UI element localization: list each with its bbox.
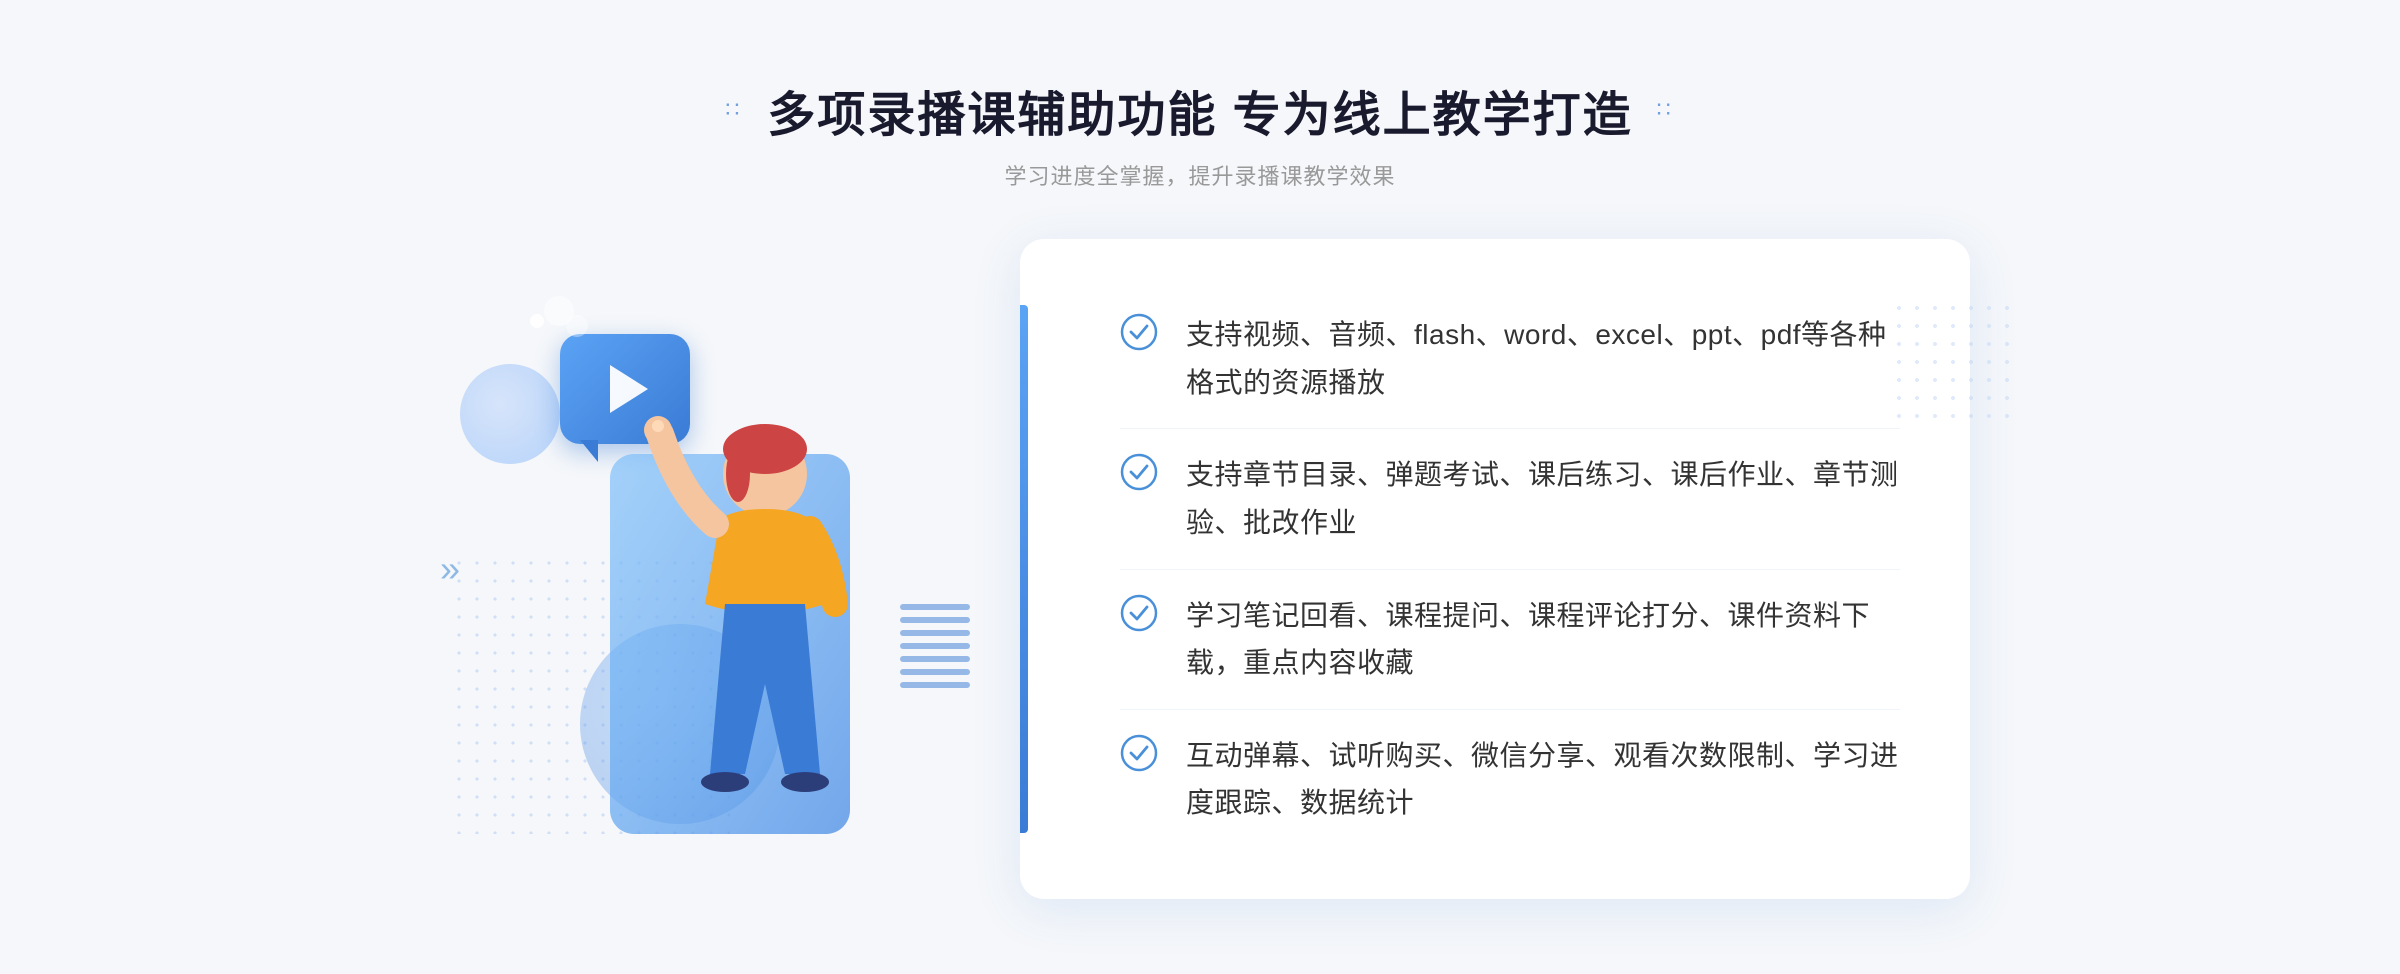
check-icon-3	[1120, 594, 1158, 632]
check-icon-1	[1120, 313, 1158, 351]
feature-item-1: 支持视频、音频、flash、word、excel、ppt、pdf等各种格式的资源…	[1120, 289, 1900, 428]
dots-right-decoration	[1890, 299, 2010, 419]
person-illustration	[590, 374, 890, 874]
feature-text-2: 支持章节目录、弹题考试、课后练习、课后作业、章节测验、批改作业	[1186, 451, 1900, 546]
page-subtitle: 学习进度全掌握，提升录播课教学效果	[0, 159, 2400, 191]
content-section: »	[400, 239, 2000, 899]
sparkle-decoration	[530, 314, 544, 328]
check-icon-2	[1120, 453, 1158, 491]
blue-circle-small	[460, 364, 560, 464]
decorative-dots-right: ∷	[1657, 97, 1675, 123]
stripe-1	[900, 604, 970, 610]
check-icon-4	[1120, 734, 1158, 772]
stripe-6	[900, 669, 970, 675]
feature-item-4: 互动弹幕、试听购买、微信分享、观看次数限制、学习进度跟踪、数据统计	[1120, 709, 1900, 849]
feature-item-3: 学习笔记回看、课程提问、课程评论打分、课件资料下载，重点内容收藏	[1120, 569, 1900, 709]
stripe-3	[900, 630, 970, 636]
stripe-7	[900, 682, 970, 688]
feature-text-3: 学习笔记回看、课程提问、课程评论打分、课件资料下载，重点内容收藏	[1186, 592, 1900, 687]
stripe-4	[900, 643, 970, 649]
title-row: ∷ 多项录播课辅助功能 专为线上教学打造 ∷	[0, 75, 2400, 145]
header-section: ∷ 多项录播课辅助功能 专为线上教学打造 ∷ 学习进度全掌握，提升录播课教学效果	[0, 75, 2400, 191]
page-wrapper: ∷ 多项录播课辅助功能 专为线上教学打造 ∷ 学习进度全掌握，提升录播课教学效果…	[0, 35, 2400, 939]
feature-text-1: 支持视频、音频、flash、word、excel、ppt、pdf等各种格式的资源…	[1186, 311, 1900, 406]
stripe-2	[900, 617, 970, 623]
stripes-decoration	[900, 604, 970, 694]
features-card: 支持视频、音频、flash、word、excel、ppt、pdf等各种格式的资源…	[1020, 239, 1970, 899]
decorative-dots-left: ∷	[725, 97, 743, 123]
illustration-area: »	[430, 244, 1050, 894]
feature-item-2: 支持章节目录、弹题考试、课后练习、课后作业、章节测验、批改作业	[1120, 428, 1900, 568]
stripe-5	[900, 656, 970, 662]
feature-text-4: 互动弹幕、试听购买、微信分享、观看次数限制、学习进度跟踪、数据统计	[1186, 732, 1900, 827]
page-title: 多项录播课辅助功能 专为线上教学打造	[767, 75, 1632, 145]
